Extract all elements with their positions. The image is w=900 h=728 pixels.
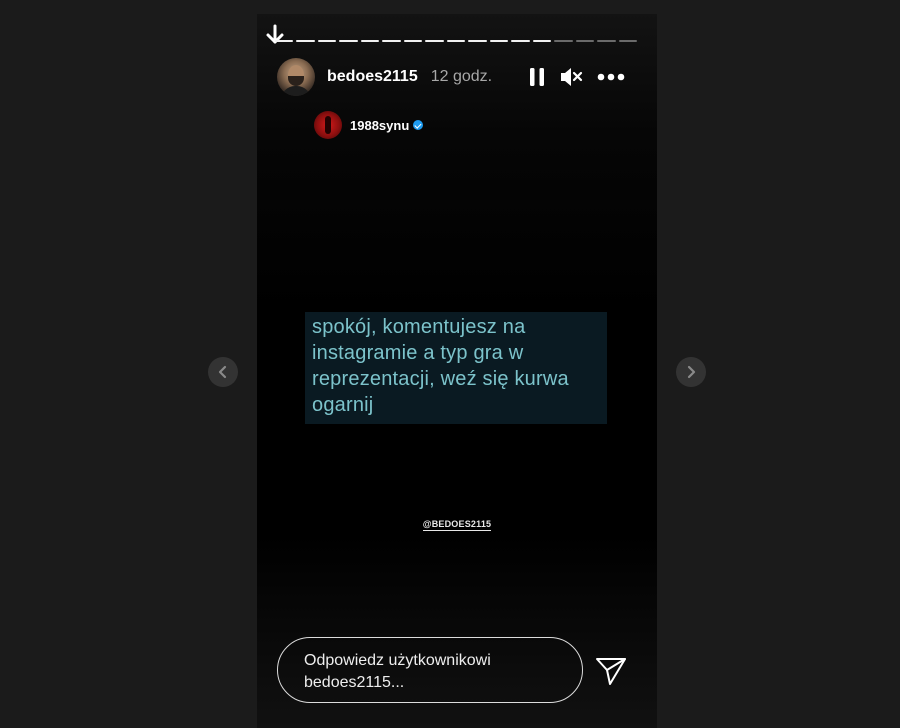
mute-button[interactable] [559, 66, 583, 88]
send-button[interactable] [595, 655, 627, 687]
previous-story-button[interactable] [208, 357, 238, 387]
progress-segment [339, 40, 358, 42]
reply-placeholder-line: Odpowiedz użytkownikowi [304, 652, 491, 669]
progress-segment [575, 40, 595, 42]
story-header: bedoes2115 12 godz. [277, 58, 637, 96]
progress-segment [425, 40, 444, 42]
progress-segment [511, 40, 530, 42]
progress-segment [618, 40, 637, 42]
story-viewer-page: bedoes2115 12 godz. 1988synu spokój, kom… [0, 0, 900, 728]
pause-icon [530, 68, 544, 86]
more-options-icon [597, 73, 625, 81]
story-timestamp: 12 godz. [430, 68, 493, 85]
quote-line: spokój, komentujesz na [312, 316, 526, 338]
progress-segment [468, 40, 487, 42]
progress-segment [275, 40, 294, 42]
mention-sticker[interactable]: @BEDOES2115 [257, 519, 657, 531]
next-story-button[interactable] [676, 357, 706, 387]
reply-placeholder-line: bedoes2115... [304, 674, 405, 691]
repost-avatar[interactable] [314, 111, 342, 139]
progress-segment [554, 40, 573, 42]
progress-segment [360, 40, 380, 42]
reposted-from[interactable]: 1988synu [314, 111, 424, 139]
story-username[interactable]: bedoes2115 [327, 68, 418, 86]
progress-segment [296, 40, 315, 42]
quoted-text-box: spokój, komentujesz na instagramie a typ… [305, 312, 607, 424]
story-card[interactable]: bedoes2115 12 godz. 1988synu spokój, kom… [257, 14, 657, 728]
story-controls [529, 66, 625, 88]
progress-segment [597, 40, 616, 42]
progress-segment [532, 40, 552, 42]
quote-line: reprezentacji, weź się kurwa [312, 368, 569, 390]
repost-username[interactable]: 1988synu [350, 118, 409, 133]
send-icon [596, 658, 626, 685]
user-avatar[interactable] [277, 58, 315, 96]
progress-segment [382, 40, 401, 42]
progress-segment [403, 40, 423, 42]
quote-line: ogarnij [312, 394, 374, 416]
speaker-muted-icon [561, 68, 583, 86]
reply-input[interactable]: Odpowiedz użytkownikowi bedoes2115... [277, 637, 583, 703]
verified-badge-icon [413, 120, 424, 130]
story-progress-bar [275, 40, 637, 43]
more-options-button[interactable] [597, 73, 625, 81]
pause-button[interactable] [529, 67, 545, 87]
progress-segment [489, 40, 509, 42]
chevron-left-icon [218, 365, 227, 379]
chevron-right-icon [687, 365, 696, 379]
progress-segment [317, 40, 337, 42]
quote-line: instagramie a typ gra w [312, 342, 524, 364]
progress-segment [446, 40, 466, 42]
mention-text[interactable]: @BEDOES2115 [422, 519, 492, 531]
